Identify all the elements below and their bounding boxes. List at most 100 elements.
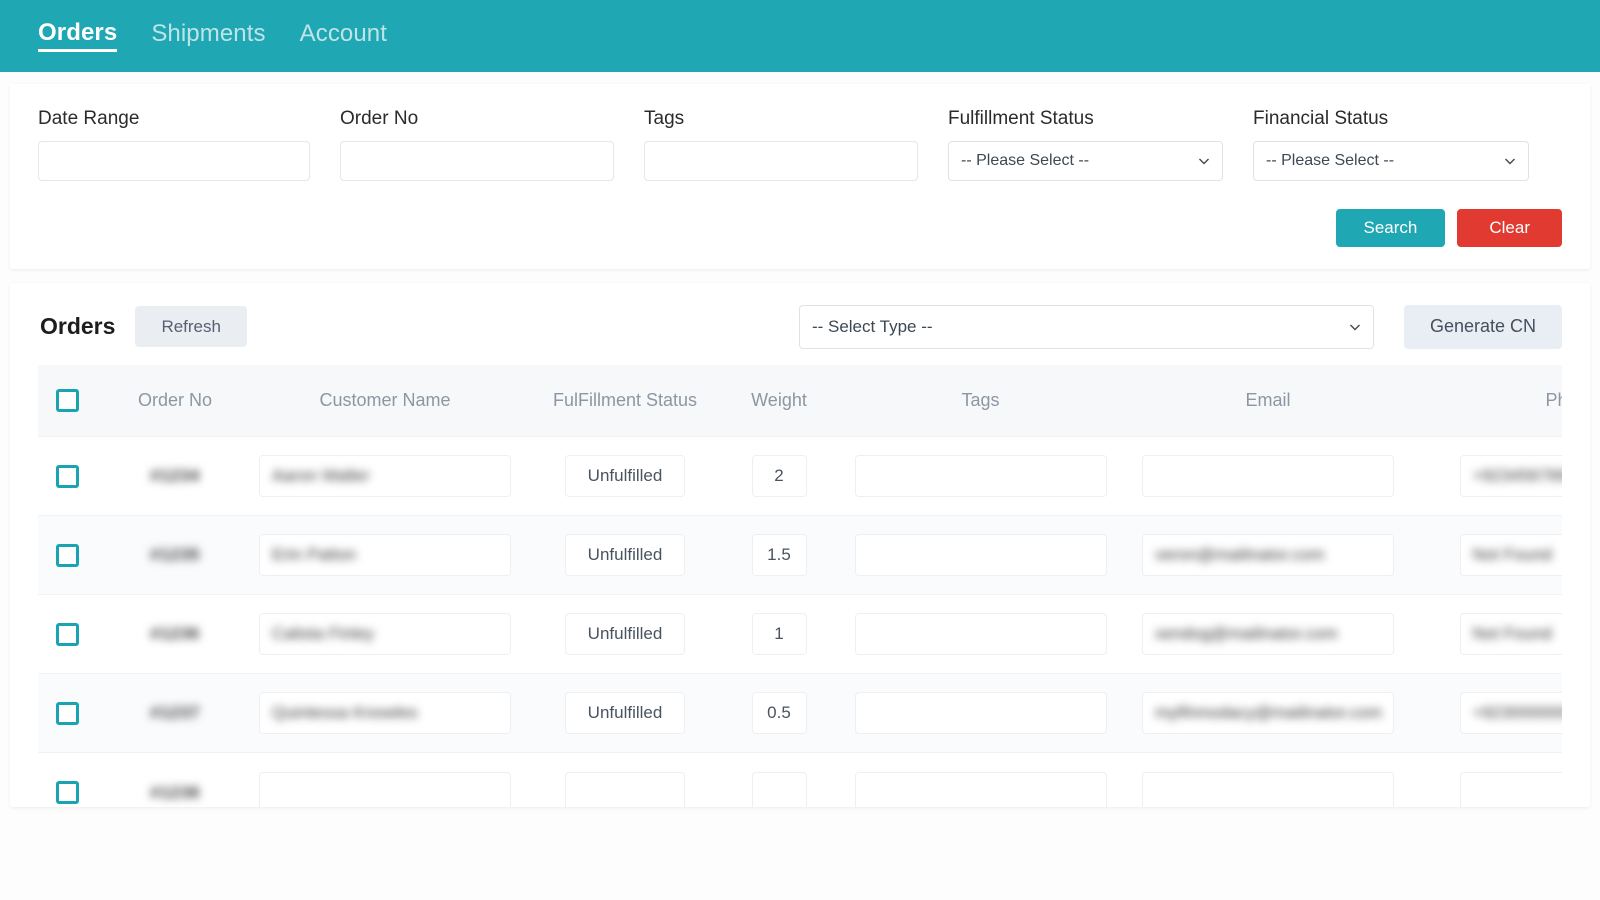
- email-input[interactable]: myfihmodacy@mailinator.com: [1142, 692, 1394, 734]
- fulfillment-status-input[interactable]: Unfulfilled: [565, 692, 685, 734]
- cell-email: [1123, 753, 1413, 807]
- top-navigation: Orders Shipments Account: [0, 0, 1600, 72]
- phone-input[interactable]: Not Found: [1460, 613, 1563, 655]
- header-weight: Weight: [720, 365, 838, 437]
- select-all-checkbox[interactable]: [56, 389, 79, 412]
- cell-fulfillment-status: Unfulfilled: [530, 437, 720, 516]
- tab-shipments[interactable]: Shipments: [151, 21, 265, 50]
- header-phone-number: Phone Nu: [1413, 365, 1562, 437]
- tab-orders[interactable]: Orders: [38, 20, 117, 52]
- email-input[interactable]: veron@mailinator.com: [1142, 534, 1394, 576]
- row-checkbox[interactable]: [56, 781, 79, 804]
- fulfillment-status-select[interactable]: -- Please Select --: [948, 141, 1223, 181]
- weight-value: 1.5: [767, 545, 791, 565]
- table-row: #1236 Calista Finley Unfulfilled: [38, 595, 1562, 674]
- row-checkbox[interactable]: [56, 702, 79, 725]
- select-type-value: -- Select Type --: [812, 317, 933, 337]
- weight-input[interactable]: [752, 772, 807, 807]
- row-checkbox[interactable]: [56, 623, 79, 646]
- generate-cn-button[interactable]: Generate CN: [1404, 305, 1562, 349]
- tags-input[interactable]: [644, 141, 918, 181]
- phone-input[interactable]: +923000000000: [1460, 692, 1563, 734]
- cell-email: myfihmodacy@mailinator.com: [1123, 674, 1413, 753]
- table-header-row: Order No Customer Name FulFillment Statu…: [38, 365, 1562, 437]
- refresh-button[interactable]: Refresh: [135, 306, 247, 347]
- header-order-no: Order No: [110, 365, 240, 437]
- search-button[interactable]: Search: [1336, 209, 1446, 247]
- header-customer-name: Customer Name: [240, 365, 530, 437]
- fulfillment-status-input[interactable]: Unfulfilled: [565, 534, 685, 576]
- weight-input[interactable]: 1: [752, 613, 807, 655]
- cell-order-no: #1234: [110, 437, 240, 516]
- financial-status-select[interactable]: -- Please Select --: [1253, 141, 1529, 181]
- cell-customer-name: Quintessa Knowles: [240, 674, 530, 753]
- cell-customer-name: Erin Patton: [240, 516, 530, 595]
- row-checkbox[interactable]: [56, 544, 79, 567]
- financial-status-value: -- Please Select --: [1266, 152, 1394, 170]
- cell-tags: [838, 753, 1123, 807]
- fulfillment-status-value: -- Please Select --: [961, 152, 1089, 170]
- table-row: #1235 Erin Patton Unfulfilled: [38, 516, 1562, 595]
- cell-phone: Not Found: [1413, 595, 1562, 674]
- customer-name-input[interactable]: Quintessa Knowles: [259, 692, 511, 734]
- row-select-cell: [38, 753, 110, 807]
- row-checkbox[interactable]: [56, 465, 79, 488]
- cell-phone: Not Found: [1413, 516, 1562, 595]
- chevron-down-icon: [1198, 155, 1210, 167]
- label-order-no: Order No: [340, 108, 614, 131]
- date-range-input[interactable]: [38, 141, 310, 181]
- email-value: myfihmodacy@mailinator.com: [1155, 703, 1381, 723]
- fulfillment-status-value: Unfulfilled: [588, 545, 663, 565]
- email-value: veron@mailinator.com: [1155, 545, 1324, 565]
- order-no-input[interactable]: [340, 141, 614, 181]
- page-title: Orders: [40, 313, 115, 340]
- header-fulfillment-status: FulFillment Status: [530, 365, 720, 437]
- customer-name-input[interactable]: Calista Finley: [259, 613, 511, 655]
- fulfillment-status-input[interactable]: Unfulfilled: [565, 613, 685, 655]
- cell-customer-name: Calista Finley: [240, 595, 530, 674]
- customer-name-value: Calista Finley: [272, 624, 374, 644]
- orders-table: Order No Customer Name FulFillment Statu…: [38, 365, 1562, 807]
- tags-input[interactable]: [855, 534, 1107, 576]
- select-type-dropdown[interactable]: -- Select Type --: [799, 305, 1374, 349]
- tags-input[interactable]: [855, 455, 1107, 497]
- orders-panel: Orders Refresh -- Select Type -- Generat…: [10, 283, 1590, 807]
- phone-input[interactable]: Not Found: [1460, 534, 1563, 576]
- phone-value: +923456789012: [1473, 466, 1563, 486]
- tab-account[interactable]: Account: [300, 21, 387, 50]
- orders-table-scroll[interactable]: Order No Customer Name FulFillment Statu…: [38, 365, 1562, 807]
- tags-input[interactable]: [855, 613, 1107, 655]
- cell-fulfillment-status: Unfulfilled: [530, 595, 720, 674]
- email-input[interactable]: xendog@mailinator.com: [1142, 613, 1394, 655]
- tags-input[interactable]: [855, 772, 1107, 807]
- phone-value: +923000000000: [1473, 703, 1563, 723]
- tags-input[interactable]: [855, 692, 1107, 734]
- fulfillment-status-input[interactable]: Unfulfilled: [565, 455, 685, 497]
- cell-phone: +923000000000: [1413, 674, 1562, 753]
- fulfillment-status-input[interactable]: [565, 772, 685, 807]
- header-email: Email: [1123, 365, 1413, 437]
- filter-panel: Date Range Order No Tags Fulfillment Sta…: [10, 84, 1590, 269]
- phone-value: Not Found: [1473, 545, 1552, 565]
- cell-email: xendog@mailinator.com: [1123, 595, 1413, 674]
- cell-email: [1123, 437, 1413, 516]
- field-tags: Tags: [644, 108, 918, 181]
- email-input[interactable]: [1142, 772, 1394, 807]
- email-input[interactable]: [1142, 455, 1394, 497]
- row-select-cell: [38, 595, 110, 674]
- customer-name-input[interactable]: Aaron Waller: [259, 455, 511, 497]
- label-financial-status: Financial Status: [1253, 108, 1529, 131]
- weight-input[interactable]: 1.5: [752, 534, 807, 576]
- phone-input[interactable]: +923456789012: [1460, 455, 1563, 497]
- weight-input[interactable]: 0.5: [752, 692, 807, 734]
- clear-button[interactable]: Clear: [1457, 209, 1562, 247]
- cell-fulfillment-status: [530, 753, 720, 807]
- weight-input[interactable]: 2: [752, 455, 807, 497]
- cell-phone: [1413, 753, 1562, 807]
- cell-weight: 1: [720, 595, 838, 674]
- cell-order-no: #1235: [110, 516, 240, 595]
- customer-name-input[interactable]: [259, 772, 511, 807]
- phone-input[interactable]: [1460, 772, 1563, 807]
- cell-tags: [838, 595, 1123, 674]
- customer-name-input[interactable]: Erin Patton: [259, 534, 511, 576]
